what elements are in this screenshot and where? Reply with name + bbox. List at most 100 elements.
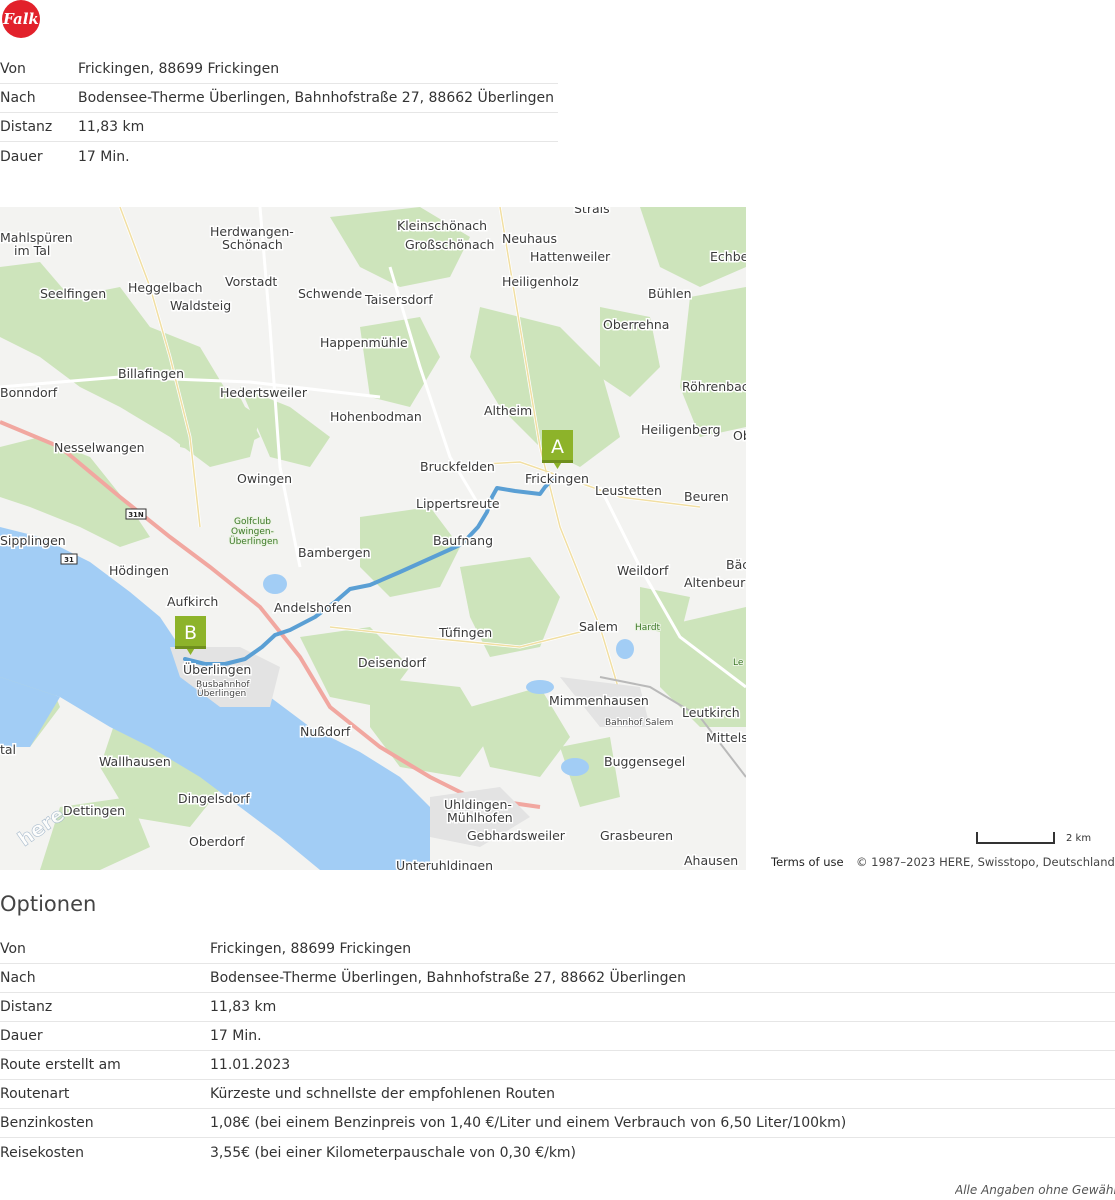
options-label: Routenart [0, 1086, 70, 1102]
map-label: Frickingen [525, 471, 589, 486]
options-label: Route erstellt am [0, 1057, 121, 1073]
map-label: Taisersdorf [364, 292, 433, 307]
map-copyright: © 1987–2023 HERE, Swisstopo, Deutschland [856, 855, 1115, 869]
summary-value: Frickingen, 88699 Frickingen [78, 61, 280, 77]
map-label: Leutkirch [682, 705, 740, 720]
map-label: Happenmühle [320, 335, 408, 350]
map-label: Salem [579, 619, 618, 634]
map-label: Leustetten [595, 483, 662, 498]
options-table: Von Frickingen, 88699 Frickingen Nach Bo… [0, 935, 1115, 1167]
map-label: Grasbeuren [600, 828, 673, 843]
map-label: Hattenweiler [530, 249, 611, 264]
map-label: Gebhardsweiler [467, 828, 566, 843]
map-label: Hedertsweiler [220, 385, 308, 400]
map-label: Owingen [237, 471, 292, 486]
map-label: Waldsteig [170, 298, 231, 313]
map-label: Vorstadt [225, 274, 277, 289]
summary-row-distance: Distanz 11,83 km [0, 113, 558, 142]
map-label: Heggelbach [128, 280, 203, 295]
map-label: Kleinschönach [397, 218, 487, 233]
map-label: Großschönach [405, 237, 494, 252]
map-label: Mühlhofen [447, 810, 513, 825]
map-label: Ahausen [684, 853, 738, 868]
map-label: Schönach [222, 237, 283, 252]
scale-bar [976, 832, 1055, 844]
map-label: im Tal [14, 243, 50, 258]
options-value: Kürzeste und schnellste der empfohlenen … [210, 1086, 556, 1102]
options-value: 11.01.2023 [210, 1057, 291, 1073]
options-label: Dauer [0, 1028, 43, 1044]
options-row: Dauer 17 Min. [0, 1022, 1115, 1051]
options-row: Reisekosten 3,55€ (bei einer Kilometerpa… [0, 1138, 1115, 1167]
map-label: Beuren [684, 489, 729, 504]
map-label: Heiligenholz [502, 274, 579, 289]
map-label: Überlingen [197, 688, 246, 699]
map-label: Buggensegel [604, 754, 685, 769]
map-label: Heiligenberg [641, 422, 721, 437]
scale-label: 2 km [1066, 833, 1092, 844]
marker-end-label: B [184, 622, 197, 644]
map-canvas[interactable]: A B 31N 31 Strais Kleinschönach Großschö… [0, 207, 746, 870]
falk-logo-text: Falk [2, 10, 39, 28]
options-label: Nach [0, 970, 36, 986]
map-label: Hardt [635, 623, 661, 633]
options-value: Frickingen, 88699 Frickingen [210, 941, 412, 957]
marker-start-label: A [551, 436, 564, 458]
map-label: Bruckfelden [420, 459, 495, 474]
options-value: 1,08€ (bei einem Benzinpreis von 1,40 €/… [210, 1115, 847, 1131]
map-label: Überlingen [183, 661, 251, 677]
summary-row-from: Von Frickingen, 88699 Frickingen [0, 55, 558, 84]
options-title: Optionen [0, 892, 97, 916]
route-map[interactable]: A B 31N 31 Strais Kleinschönach Großschö… [0, 207, 746, 870]
map-label: Strais [574, 207, 610, 216]
summary-label: Nach [0, 90, 36, 106]
summary-label: Distanz [0, 119, 53, 135]
map-label: Golfclub [234, 517, 271, 527]
map-label: Schwende [298, 286, 363, 301]
summary-label: Dauer [0, 148, 43, 165]
map-label: Echbe [710, 249, 746, 264]
map-label: Bahnhof Salem [605, 718, 673, 728]
map-label: Dettingen [63, 803, 125, 818]
map-label: Seelfingen [40, 286, 106, 301]
summary-value: 11,83 km [78, 119, 145, 135]
map-label: Baufnang [433, 533, 493, 548]
summary-row-to: Nach Bodensee-Therme Überlingen, Bahnhof… [0, 84, 558, 113]
map-label: Wallhausen [99, 754, 171, 769]
map-label: Weildorf [617, 563, 669, 578]
options-value: 11,83 km [210, 999, 277, 1015]
map-label: Altenbeur [684, 575, 746, 590]
map-label: Altheim [484, 403, 532, 418]
map-label: Owingen- [231, 527, 274, 537]
options-label: Benzinkosten [0, 1115, 94, 1131]
map-label: tal [0, 742, 16, 757]
map-label: Oberrehna [603, 317, 669, 332]
map-label: Deisendorf [358, 655, 427, 670]
terms-of-use-link[interactable]: Terms of use [771, 855, 844, 869]
options-row: Von Frickingen, 88699 Frickingen [0, 935, 1115, 964]
summary-value: Bodensee-Therme Überlingen, Bahnhofstraß… [78, 90, 555, 106]
map-label: Dingelsdorf [178, 791, 250, 806]
options-row: Routenart Kürzeste und schnellste der em… [0, 1080, 1115, 1109]
map-label: Bonndorf [0, 385, 58, 400]
map-label: Bambergen [298, 545, 371, 560]
options-label: Reisekosten [0, 1144, 84, 1161]
map-label: Le [733, 658, 744, 668]
summary-value: 17 Min. [78, 148, 130, 165]
map-label: Oberdorf [189, 834, 245, 849]
options-value: Bodensee-Therme Überlingen, Bahnhofstraß… [210, 970, 687, 986]
map-label: Aufkirch [167, 594, 218, 609]
map-label: Bäc [726, 557, 746, 572]
road-shield-31n: 31N [128, 511, 144, 519]
options-value: 3,55€ (bei einer Kilometerpauschale von … [210, 1144, 577, 1161]
falk-logo: Falk [2, 0, 40, 38]
map-label: Nesselwangen [54, 440, 145, 455]
map-label: Billafingen [118, 366, 184, 381]
map-label: Hohenbodman [330, 409, 422, 424]
map-label: Tüfingen [438, 625, 492, 640]
disclaimer: Alle Angaben ohne Gewähr [955, 1183, 1115, 1197]
road-shield-31: 31 [64, 556, 74, 564]
map-label: Ob [733, 428, 746, 443]
map-label: Neuhaus [502, 231, 557, 246]
map-label: Nußdorf [300, 724, 351, 739]
